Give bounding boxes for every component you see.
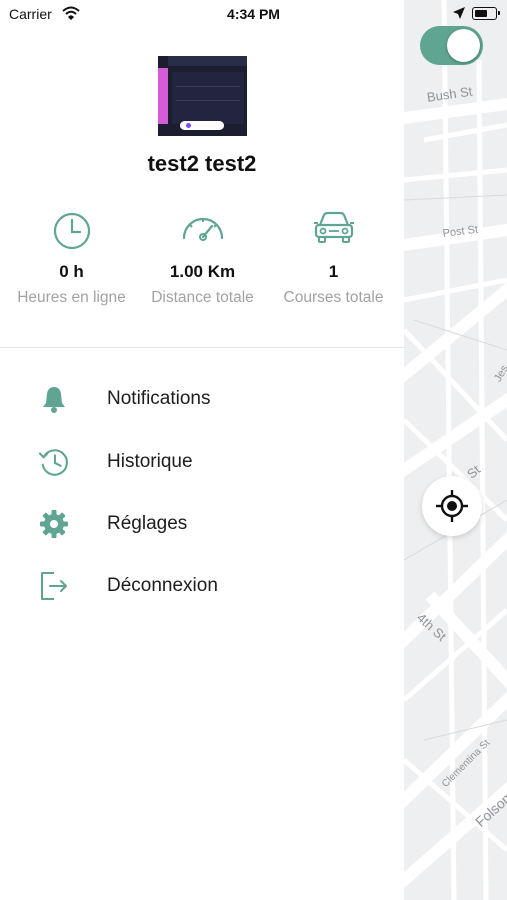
stat-label: Heures en ligne xyxy=(17,289,126,306)
history-icon xyxy=(38,449,68,476)
menu-item-settings[interactable]: Réglages xyxy=(0,498,404,550)
stat-value: 0 h xyxy=(59,262,84,281)
wifi-icon xyxy=(62,6,80,20)
avatar-line xyxy=(176,100,240,101)
stat-label: Distance totale xyxy=(151,289,254,306)
carrier-label: Carrier xyxy=(9,6,52,22)
stat-total-rides: 1 Courses totale xyxy=(266,210,401,307)
menu-item-history[interactable]: Historique xyxy=(0,436,404,488)
menu-item-logout[interactable]: Déconnexion xyxy=(0,560,404,612)
crosshair-icon xyxy=(436,490,468,522)
avatar-stripe xyxy=(158,68,168,124)
toggle-knob xyxy=(447,29,480,62)
battery-icon xyxy=(472,7,500,20)
logout-icon xyxy=(41,572,67,600)
availability-toggle[interactable] xyxy=(420,26,483,65)
gear-icon xyxy=(40,510,68,538)
menu-item-label: Réglages xyxy=(107,513,188,534)
stat-hours-online: 0 h Heures en ligne xyxy=(4,210,139,307)
map-view[interactable]: Bush St Post St Jes St 4th St Clementina… xyxy=(404,0,507,900)
menu-item-label: Historique xyxy=(107,451,193,472)
bell-icon xyxy=(43,387,65,413)
stat-total-distance: 1.00 Km Distance totale xyxy=(135,210,270,307)
clock-icon xyxy=(53,212,90,250)
stat-value: 1.00 Km xyxy=(169,262,236,281)
avatar-topbar xyxy=(168,56,247,66)
user-name: test2 test2 xyxy=(147,151,257,176)
avatar-line xyxy=(176,86,240,87)
menu-item-label: Notifications xyxy=(107,388,211,409)
menu-item-label: Déconnexion xyxy=(107,575,218,596)
car-icon xyxy=(313,211,354,243)
avatar-panel xyxy=(172,72,244,124)
avatar[interactable] xyxy=(158,56,247,136)
avatar-chip xyxy=(180,121,224,130)
side-drawer: test2 test2 0 h Heures en ligne 1.00 Km … xyxy=(0,0,404,900)
location-arrow-icon xyxy=(453,7,465,19)
divider xyxy=(0,347,404,348)
speedometer-icon xyxy=(182,217,223,241)
stat-label: Courses totale xyxy=(283,289,384,306)
status-bar: Carrier 4:34 PM xyxy=(0,0,507,28)
locate-me-button[interactable] xyxy=(422,476,482,536)
menu-item-notifications[interactable]: Notifications xyxy=(0,373,404,425)
stat-value: 1 xyxy=(328,262,339,281)
